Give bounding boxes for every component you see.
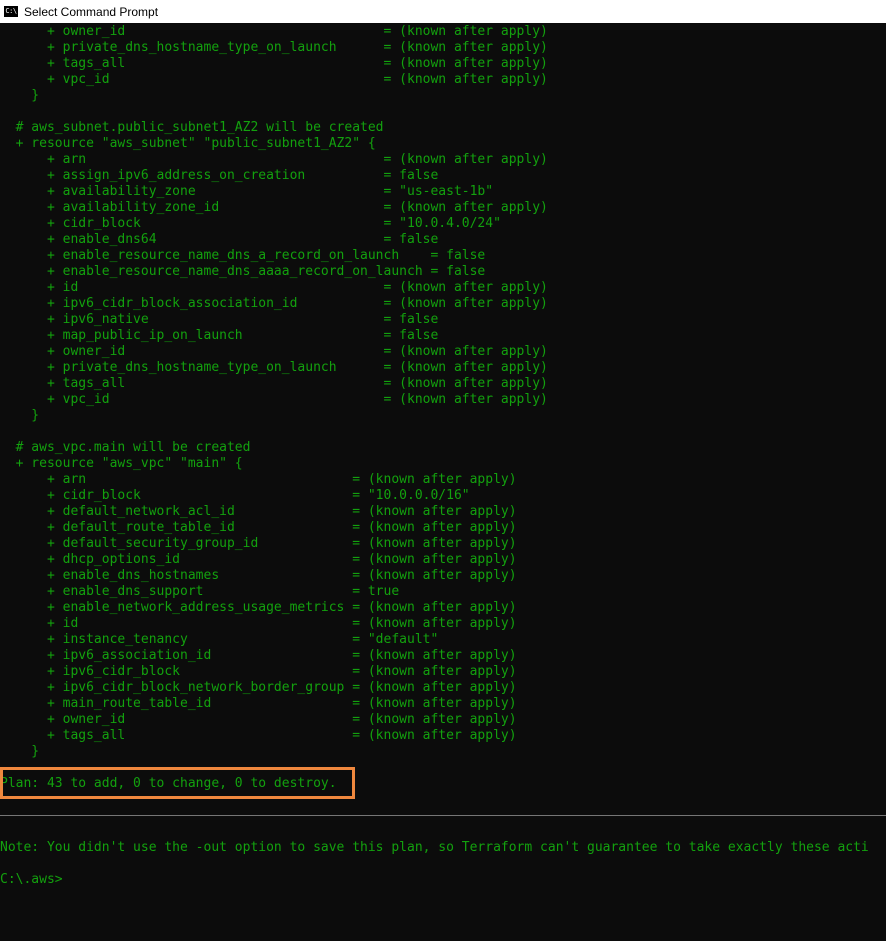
console-line: + default_security_group_id = (known aft… [0,536,517,551]
output-divider [0,815,886,816]
console-line: + arn = (known after apply) [0,152,548,167]
console-line: + default_network_acl_id = (known after … [0,504,517,519]
console-line: + main_route_table_id = (known after app… [0,696,517,711]
console-line: + private_dns_hostname_type_on_launch = … [0,360,548,375]
console-line: } [0,88,40,103]
console-line: + id = (known after apply) [0,280,548,295]
console-line: # aws_vpc.main will be created [0,440,251,455]
command-prompt[interactable]: C:\.aws> [0,872,63,888]
plan-highlight-box [0,767,355,799]
note-line: Note: You didn't use the -out option to … [0,840,869,855]
console-line: + assign_ipv6_address_on_creation = fals… [0,168,439,183]
console-line: + tags_all = (known after apply) [0,376,548,391]
console-line: + enable_network_address_usage_metrics =… [0,600,517,615]
console-line: + ipv6_native = false [0,312,439,327]
window-title: Select Command Prompt [24,4,159,19]
console-line: + ipv6_cidr_block = (known after apply) [0,664,517,679]
console-line: } [0,408,40,423]
console-line: + default_route_table_id = (known after … [0,520,517,535]
console-line: # aws_subnet.public_subnet1_AZ2 will be … [0,120,384,135]
console-line: + resource "aws_vpc" "main" { [0,456,243,471]
console-line: + resource "aws_subnet" "public_subnet1_… [0,136,376,151]
console-line: + ipv6_cidr_block_network_border_group =… [0,680,517,695]
console-line: + owner_id = (known after apply) [0,344,548,359]
console-line: + ipv6_cidr_block_association_id = (know… [0,296,548,311]
console-line: + availability_zone_id = (known after ap… [0,200,548,215]
console-line: + enable_dns64 = false [0,232,439,247]
console-line: + cidr_block = "10.0.0.0/16" [0,488,470,503]
console-line: + id = (known after apply) [0,616,517,631]
console-line: + vpc_id = (known after apply) [0,392,548,407]
console-line: + cidr_block = "10.0.4.0/24" [0,216,501,231]
console-line: + enable_dns_hostnames = (known after ap… [0,568,517,583]
console-line: + owner_id = (known after apply) [0,24,548,39]
window-titlebar[interactable]: C:\ Select Command Prompt [0,0,886,23]
console-line: + ipv6_association_id = (known after app… [0,648,517,663]
console-line: + enable_dns_support = true [0,584,400,599]
console-line: } [0,744,40,759]
console-line: + instance_tenancy = "default" [0,632,439,647]
console-line: + arn = (known after apply) [0,472,517,487]
console-line: + private_dns_hostname_type_on_launch = … [0,40,548,55]
console-line: + dhcp_options_id = (known after apply) [0,552,517,567]
console-line: + tags_all = (known after apply) [0,56,548,71]
console-output[interactable]: + owner_id = (known after apply) + priva… [0,23,886,941]
console-line: + availability_zone = "us-east-1b" [0,184,494,199]
console-line: + enable_resource_name_dns_a_record_on_l… [0,248,486,263]
console-line: + tags_all = (known after apply) [0,728,517,743]
console-line: + enable_resource_name_dns_aaaa_record_o… [0,264,486,279]
command-prompt-icon: C:\ [4,6,18,17]
console-line: + vpc_id = (known after apply) [0,72,548,87]
console-line: + owner_id = (known after apply) [0,712,517,727]
console-line: + map_public_ip_on_launch = false [0,328,439,343]
